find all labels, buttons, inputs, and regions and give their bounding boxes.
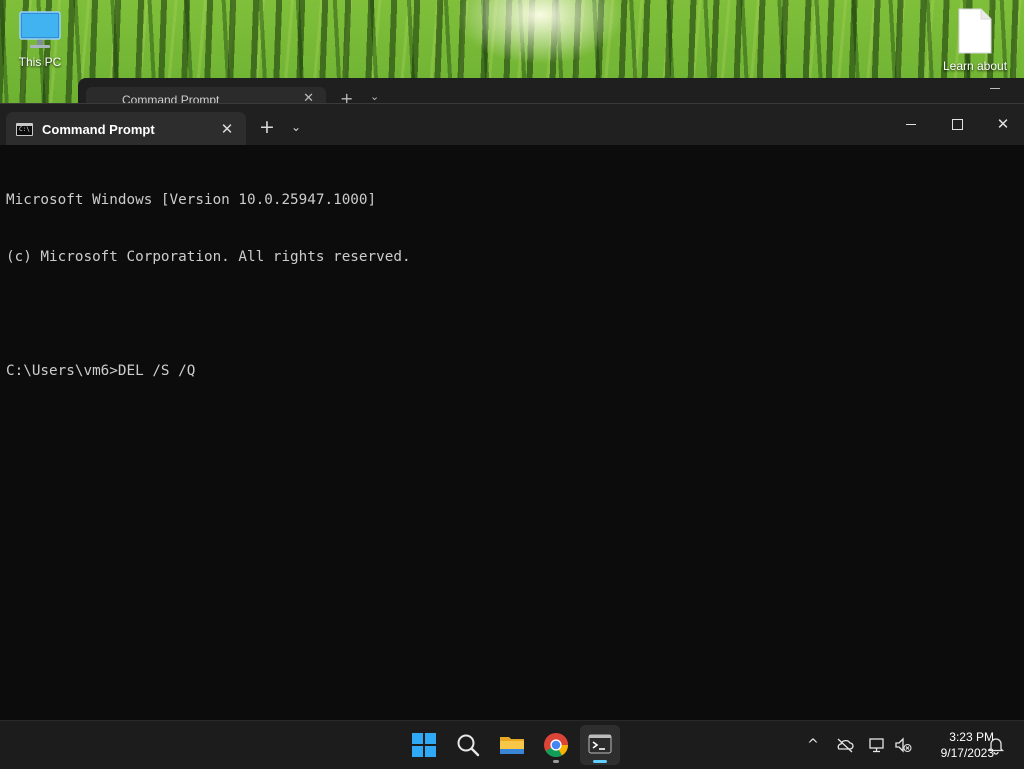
tab-command-prompt[interactable]: C:\ Command Prompt ✕ — [6, 112, 246, 145]
chevron-up-icon[interactable]: ^ — [803, 735, 823, 755]
close-window-button[interactable]: ✕ — [980, 104, 1024, 145]
volume-muted-icon[interactable] — [893, 735, 913, 755]
desktop-icon-this-pc[interactable]: This PC — [2, 10, 78, 70]
terminal-button[interactable] — [580, 725, 620, 765]
folder-icon — [500, 737, 524, 754]
minimize-icon[interactable] — [990, 88, 1000, 89]
minimize-icon — [906, 124, 916, 125]
console-line: (c) Microsoft Corporation. All rights re… — [6, 249, 411, 265]
windows-logo-icon — [412, 733, 436, 757]
clock[interactable]: 3:23 PM 9/17/2023 — [918, 729, 994, 761]
taskbar: ^ 3:23 PM 9/17/2023 — [0, 720, 1024, 769]
onedrive-offline-icon[interactable] — [835, 735, 855, 755]
desktop-icon-learn-about[interactable]: Learn about — [937, 8, 1013, 74]
notification-bell-icon[interactable] — [986, 735, 1006, 755]
terminal-window[interactable]: C:\ Command Prompt ✕ + ⌄ ✕ Microsoft Win… — [0, 103, 1024, 721]
new-tab-button[interactable]: + — [255, 116, 279, 138]
close-tab-icon[interactable]: ✕ — [216, 118, 238, 140]
console-prompt-line[interactable]: C:\Users\vm6>DEL /S /Q — [6, 362, 1018, 381]
search-button[interactable] — [448, 725, 488, 765]
title-bar[interactable]: C:\ Command Prompt ✕ + ⌄ ✕ — [0, 104, 1024, 145]
maximize-button[interactable] — [934, 104, 980, 145]
console-output[interactable]: Microsoft Windows [Version 10.0.25947.10… — [6, 153, 1018, 419]
clock-time: 3:23 PM — [949, 730, 994, 744]
start-button[interactable] — [404, 725, 444, 765]
document-icon — [958, 8, 992, 54]
maximize-icon — [952, 119, 963, 130]
clock-date: 9/17/2023 — [940, 746, 994, 760]
monitor-icon — [19, 11, 61, 48]
command-prompt-icon: C:\ — [16, 123, 33, 136]
console-line: Microsoft Windows [Version 10.0.25947.10… — [6, 192, 377, 208]
chrome-button[interactable] — [536, 725, 576, 765]
chevron-down-icon[interactable]: ⌄ — [286, 116, 306, 138]
file-explorer-button[interactable] — [492, 725, 532, 765]
desktop-icon-label: Learn about — [942, 59, 1008, 73]
active-indicator — [593, 760, 607, 763]
desktop-icon-label: This PC — [18, 55, 62, 69]
tab-title: Command Prompt — [42, 122, 155, 137]
chrome-icon — [544, 733, 568, 758]
chevron-down-icon[interactable]: ⌄ — [370, 90, 379, 103]
search-icon — [457, 734, 480, 757]
terminal-icon — [588, 734, 612, 754]
running-indicator — [553, 760, 559, 763]
network-icon[interactable] — [867, 735, 887, 755]
minimize-button[interactable] — [888, 104, 934, 145]
